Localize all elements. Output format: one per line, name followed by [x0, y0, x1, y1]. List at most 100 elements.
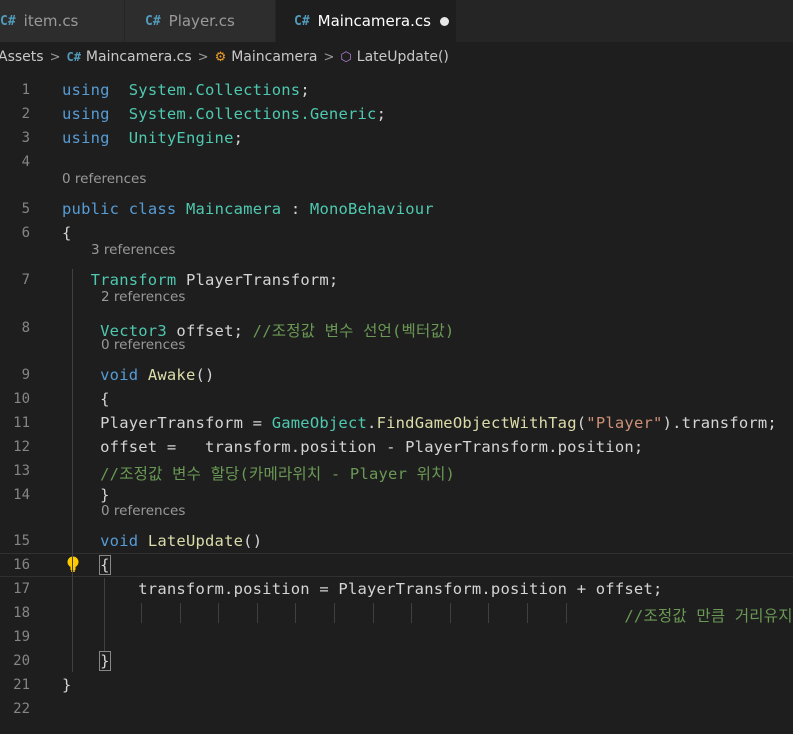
breadcrumb-assets[interactable]: Assets	[0, 49, 44, 65]
line-number: 22	[13, 701, 30, 717]
code-token: using	[62, 105, 110, 123]
tab-maincamera-cs[interactable]: C# Maincamera.cs	[276, 0, 456, 42]
code-token: ;	[233, 129, 244, 147]
code-line[interactable]: {	[62, 555, 111, 575]
code-line[interactable]: }	[62, 486, 110, 504]
code-line[interactable]: void LateUpdate()	[62, 532, 262, 550]
code-token: GameObject	[271, 414, 368, 432]
code-line[interactable]: using System.Collections;	[62, 81, 310, 99]
chevron-right-icon: >	[197, 49, 209, 65]
tab-player-cs[interactable]: C# Player.cs	[125, 0, 275, 42]
code-line[interactable]: void Awake()	[62, 366, 215, 384]
code-line[interactable]: using UnityEngine;	[62, 129, 243, 147]
line-number: 13	[13, 463, 30, 479]
code-token: Awake	[147, 366, 196, 384]
code-token: class	[128, 200, 177, 218]
codelens-references[interactable]: 3 references	[91, 242, 175, 258]
line-number: 7	[21, 272, 30, 288]
code-line[interactable]: using System.Collections.Generic;	[62, 105, 386, 123]
chevron-right-icon: >	[49, 49, 61, 65]
csharp-file-icon: C#	[145, 13, 161, 29]
code-token: //조정값 만큼 거리유지	[624, 607, 793, 625]
code-token: Maincamera	[185, 200, 282, 218]
code-token: .	[367, 414, 377, 432]
code-token: PlayerTransform;	[176, 271, 339, 289]
breadcrumb: Assets > C# Maincamera.cs > ⚙ Maincamera…	[0, 44, 793, 70]
line-number: 6	[21, 225, 30, 241]
code-token: UnityEngine	[128, 129, 234, 147]
line-number: 9	[21, 367, 30, 383]
line-number: 16	[13, 557, 30, 573]
code-line[interactable]: }	[62, 651, 111, 671]
code-line[interactable]: //조정값 변수 할당(카메라위치 - Player 위치)	[62, 462, 455, 484]
codelens-references[interactable]: 0 references	[62, 171, 146, 187]
code-line[interactable]: public class Maincamera : MonoBehaviour	[62, 200, 434, 218]
code-token: transform.position = PlayerTransform.pos…	[62, 580, 663, 598]
code-token: ;	[376, 105, 387, 123]
code-token: }	[62, 676, 72, 694]
tab-label: item.cs	[23, 12, 79, 30]
code-token: :	[281, 200, 310, 218]
line-number: 17	[13, 581, 30, 597]
breadcrumb-class[interactable]: Maincamera	[231, 49, 317, 65]
breadcrumb-method[interactable]: LateUpdate()	[357, 49, 449, 65]
code-token: {	[62, 224, 72, 242]
codelens-references[interactable]: 0 references	[101, 503, 185, 519]
tab-label: Player.cs	[168, 12, 235, 30]
line-number: 18	[13, 605, 30, 621]
csharp-file-icon: C#	[66, 50, 81, 64]
csharp-file-icon: C#	[294, 13, 310, 29]
line-number: 1	[21, 82, 30, 98]
code-editor[interactable]: 1 using System.Collections; 2 using System.…	[0, 70, 793, 734]
current-line-highlight	[0, 553, 793, 577]
code-token: {	[99, 555, 111, 575]
code-token: offset = transform.position - PlayerTran…	[62, 438, 644, 456]
code-token: LateUpdate	[147, 532, 244, 550]
code-line[interactable]: {	[62, 390, 110, 408]
code-line[interactable]: Transform PlayerTransform;	[62, 271, 339, 289]
code-token: //조정값 변수 선언(벡터값)	[252, 322, 455, 340]
code-line[interactable]: {	[62, 224, 72, 242]
line-number: 10	[13, 391, 30, 407]
code-token: Transform	[90, 271, 177, 289]
code-token: MonoBehaviour	[309, 200, 434, 218]
code-token: ()	[195, 366, 215, 384]
code-token: System.Collections	[128, 81, 301, 99]
code-line[interactable]: PlayerTransform = GameObject.FindGameObj…	[62, 414, 777, 432]
unsaved-dot-icon[interactable]	[439, 16, 449, 26]
line-number: 3	[21, 130, 30, 146]
chevron-right-icon: >	[323, 49, 335, 65]
code-token: void	[100, 366, 139, 384]
tab-label: Maincamera.cs	[317, 12, 431, 30]
line-number: 21	[13, 677, 30, 693]
codelens-references[interactable]: 0 references	[101, 337, 185, 353]
code-token: void	[100, 532, 139, 550]
code-token: PlayerTransform =	[62, 414, 272, 432]
code-line[interactable]: //조정값 만큼 거리유지	[62, 604, 793, 626]
tab-item-cs[interactable]: C# item.cs	[0, 0, 124, 42]
codelens-references[interactable]: 2 references	[101, 289, 185, 305]
method-cube-icon: ⬡	[340, 49, 352, 65]
line-number: 19	[13, 629, 30, 645]
code-token: "Player"	[586, 414, 663, 432]
breadcrumb-file[interactable]: Maincamera.cs	[86, 49, 192, 65]
code-line[interactable]: offset = transform.position - PlayerTran…	[62, 438, 643, 456]
code-token: FindGameObjectWithTag	[376, 414, 577, 432]
code-line[interactable]: transform.position = PlayerTransform.pos…	[62, 580, 663, 598]
code-line[interactable]: }	[62, 676, 72, 694]
code-token: ;	[300, 81, 310, 99]
line-number: 2	[21, 106, 30, 122]
